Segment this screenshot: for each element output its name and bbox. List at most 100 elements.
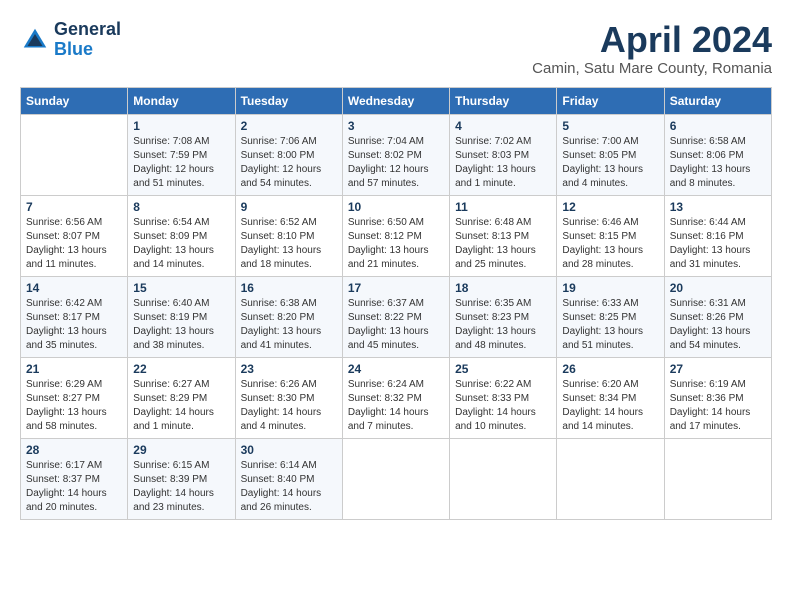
day-number: 19	[562, 281, 658, 295]
calendar-cell: 2 Sunrise: 7:06 AMSunset: 8:00 PMDayligh…	[235, 114, 342, 195]
day-number: 30	[241, 443, 337, 457]
day-number: 5	[562, 119, 658, 133]
day-info: Sunrise: 7:06 AMSunset: 8:00 PMDaylight:…	[241, 136, 322, 189]
day-info: Sunrise: 6:19 AMSunset: 8:36 PMDaylight:…	[670, 379, 751, 432]
day-info: Sunrise: 6:31 AMSunset: 8:26 PMDaylight:…	[670, 298, 751, 351]
calendar-cell	[21, 114, 128, 195]
day-number: 6	[670, 119, 766, 133]
day-info: Sunrise: 6:20 AMSunset: 8:34 PMDaylight:…	[562, 379, 643, 432]
weekday-header-friday: Friday	[557, 87, 664, 114]
day-number: 13	[670, 200, 766, 214]
day-info: Sunrise: 6:29 AMSunset: 8:27 PMDaylight:…	[26, 379, 107, 432]
day-number: 7	[26, 200, 122, 214]
month-title: April 2024	[532, 20, 772, 60]
calendar-cell	[450, 438, 557, 519]
day-number: 2	[241, 119, 337, 133]
weekday-header-row: SundayMondayTuesdayWednesdayThursdayFrid…	[21, 87, 772, 114]
calendar-cell: 3 Sunrise: 7:04 AMSunset: 8:02 PMDayligh…	[342, 114, 449, 195]
day-info: Sunrise: 6:56 AMSunset: 8:07 PMDaylight:…	[26, 217, 107, 270]
day-number: 15	[133, 281, 229, 295]
weekday-header-thursday: Thursday	[450, 87, 557, 114]
day-number: 26	[562, 362, 658, 376]
calendar-cell	[557, 438, 664, 519]
calendar-cell: 21 Sunrise: 6:29 AMSunset: 8:27 PMDaylig…	[21, 357, 128, 438]
day-info: Sunrise: 7:00 AMSunset: 8:05 PMDaylight:…	[562, 136, 643, 189]
day-number: 1	[133, 119, 229, 133]
logo-text: General Blue	[54, 20, 121, 60]
day-info: Sunrise: 6:42 AMSunset: 8:17 PMDaylight:…	[26, 298, 107, 351]
calendar-cell: 16 Sunrise: 6:38 AMSunset: 8:20 PMDaylig…	[235, 276, 342, 357]
calendar-cell: 27 Sunrise: 6:19 AMSunset: 8:36 PMDaylig…	[664, 357, 771, 438]
day-number: 4	[455, 119, 551, 133]
day-info: Sunrise: 6:50 AMSunset: 8:12 PMDaylight:…	[348, 217, 429, 270]
weekday-header-sunday: Sunday	[21, 87, 128, 114]
calendar-cell: 5 Sunrise: 7:00 AMSunset: 8:05 PMDayligh…	[557, 114, 664, 195]
calendar-week-row: 14 Sunrise: 6:42 AMSunset: 8:17 PMDaylig…	[21, 276, 772, 357]
logo-icon	[20, 25, 50, 55]
day-number: 21	[26, 362, 122, 376]
day-number: 10	[348, 200, 444, 214]
day-info: Sunrise: 6:17 AMSunset: 8:37 PMDaylight:…	[26, 460, 107, 513]
day-number: 8	[133, 200, 229, 214]
calendar-cell: 24 Sunrise: 6:24 AMSunset: 8:32 PMDaylig…	[342, 357, 449, 438]
day-info: Sunrise: 7:02 AMSunset: 8:03 PMDaylight:…	[455, 136, 536, 189]
calendar-cell: 6 Sunrise: 6:58 AMSunset: 8:06 PMDayligh…	[664, 114, 771, 195]
calendar-week-row: 7 Sunrise: 6:56 AMSunset: 8:07 PMDayligh…	[21, 195, 772, 276]
day-number: 17	[348, 281, 444, 295]
day-info: Sunrise: 6:35 AMSunset: 8:23 PMDaylight:…	[455, 298, 536, 351]
calendar-cell: 25 Sunrise: 6:22 AMSunset: 8:33 PMDaylig…	[450, 357, 557, 438]
day-info: Sunrise: 6:52 AMSunset: 8:10 PMDaylight:…	[241, 217, 322, 270]
calendar-cell: 30 Sunrise: 6:14 AMSunset: 8:40 PMDaylig…	[235, 438, 342, 519]
day-number: 11	[455, 200, 551, 214]
calendar-cell: 26 Sunrise: 6:20 AMSunset: 8:34 PMDaylig…	[557, 357, 664, 438]
calendar-cell: 29 Sunrise: 6:15 AMSunset: 8:39 PMDaylig…	[128, 438, 235, 519]
day-number: 12	[562, 200, 658, 214]
day-info: Sunrise: 6:54 AMSunset: 8:09 PMDaylight:…	[133, 217, 214, 270]
calendar-cell	[664, 438, 771, 519]
calendar-cell: 9 Sunrise: 6:52 AMSunset: 8:10 PMDayligh…	[235, 195, 342, 276]
day-number: 22	[133, 362, 229, 376]
day-number: 16	[241, 281, 337, 295]
calendar-cell: 8 Sunrise: 6:54 AMSunset: 8:09 PMDayligh…	[128, 195, 235, 276]
day-number: 28	[26, 443, 122, 457]
calendar-cell: 20 Sunrise: 6:31 AMSunset: 8:26 PMDaylig…	[664, 276, 771, 357]
calendar-cell: 18 Sunrise: 6:35 AMSunset: 8:23 PMDaylig…	[450, 276, 557, 357]
calendar-cell: 4 Sunrise: 7:02 AMSunset: 8:03 PMDayligh…	[450, 114, 557, 195]
day-info: Sunrise: 6:58 AMSunset: 8:06 PMDaylight:…	[670, 136, 751, 189]
day-number: 25	[455, 362, 551, 376]
calendar-cell: 12 Sunrise: 6:46 AMSunset: 8:15 PMDaylig…	[557, 195, 664, 276]
calendar-cell: 23 Sunrise: 6:26 AMSunset: 8:30 PMDaylig…	[235, 357, 342, 438]
day-info: Sunrise: 6:22 AMSunset: 8:33 PMDaylight:…	[455, 379, 536, 432]
logo: General Blue	[20, 20, 121, 60]
day-number: 18	[455, 281, 551, 295]
logo-general: General	[54, 20, 121, 40]
day-number: 27	[670, 362, 766, 376]
logo-blue: Blue	[54, 40, 121, 60]
calendar-cell: 13 Sunrise: 6:44 AMSunset: 8:16 PMDaylig…	[664, 195, 771, 276]
day-info: Sunrise: 6:38 AMSunset: 8:20 PMDaylight:…	[241, 298, 322, 351]
day-number: 29	[133, 443, 229, 457]
day-number: 24	[348, 362, 444, 376]
calendar-cell	[342, 438, 449, 519]
day-info: Sunrise: 6:15 AMSunset: 8:39 PMDaylight:…	[133, 460, 214, 513]
calendar-cell: 15 Sunrise: 6:40 AMSunset: 8:19 PMDaylig…	[128, 276, 235, 357]
calendar-cell: 22 Sunrise: 6:27 AMSunset: 8:29 PMDaylig…	[128, 357, 235, 438]
day-info: Sunrise: 6:33 AMSunset: 8:25 PMDaylight:…	[562, 298, 643, 351]
calendar-table: SundayMondayTuesdayWednesdayThursdayFrid…	[20, 87, 772, 520]
day-info: Sunrise: 7:08 AMSunset: 7:59 PMDaylight:…	[133, 136, 214, 189]
location-title: Camin, Satu Mare County, Romania	[532, 60, 772, 77]
calendar-cell: 28 Sunrise: 6:17 AMSunset: 8:37 PMDaylig…	[21, 438, 128, 519]
calendar-cell: 17 Sunrise: 6:37 AMSunset: 8:22 PMDaylig…	[342, 276, 449, 357]
day-info: Sunrise: 6:26 AMSunset: 8:30 PMDaylight:…	[241, 379, 322, 432]
title-area: April 2024 Camin, Satu Mare County, Roma…	[532, 20, 772, 77]
day-info: Sunrise: 6:48 AMSunset: 8:13 PMDaylight:…	[455, 217, 536, 270]
day-number: 20	[670, 281, 766, 295]
weekday-header-monday: Monday	[128, 87, 235, 114]
calendar-cell: 7 Sunrise: 6:56 AMSunset: 8:07 PMDayligh…	[21, 195, 128, 276]
calendar-week-row: 28 Sunrise: 6:17 AMSunset: 8:37 PMDaylig…	[21, 438, 772, 519]
calendar-cell: 10 Sunrise: 6:50 AMSunset: 8:12 PMDaylig…	[342, 195, 449, 276]
calendar-week-row: 21 Sunrise: 6:29 AMSunset: 8:27 PMDaylig…	[21, 357, 772, 438]
day-info: Sunrise: 6:44 AMSunset: 8:16 PMDaylight:…	[670, 217, 751, 270]
day-info: Sunrise: 6:27 AMSunset: 8:29 PMDaylight:…	[133, 379, 214, 432]
day-number: 3	[348, 119, 444, 133]
